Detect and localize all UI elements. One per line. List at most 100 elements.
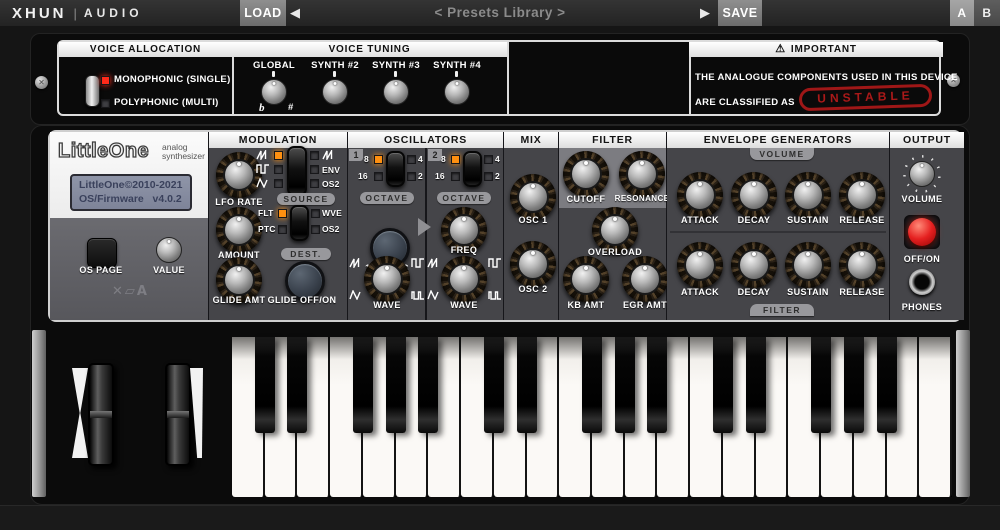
osc2-octave-badge: OCTAVE <box>437 192 491 204</box>
power-on-off-button[interactable] <box>904 215 940 249</box>
filter-decay-knob[interactable] <box>731 242 777 288</box>
important-title: ⚠IMPORTANT <box>689 42 943 57</box>
save-button[interactable]: SAVE <box>718 0 762 26</box>
volume-decay-knob[interactable] <box>731 172 777 218</box>
littleone-plugin-window: XHUN | AUDIO LOAD ◀ < Presets Library > … <box>0 0 1000 530</box>
voice-panel-frame: VOICE ALLOCATION MONOPHONIC (SINGLE) POL… <box>57 40 941 116</box>
filter-attack-knob[interactable] <box>677 242 723 288</box>
black-key[interactable] <box>255 337 275 433</box>
black-key[interactable] <box>877 337 897 433</box>
product-logo: LittleOne <box>58 140 149 163</box>
preset-library-title[interactable]: < Presets Library > <box>350 0 650 26</box>
osc1-octave-badge: OCTAVE <box>360 192 414 204</box>
osc1-octave-8: 8 <box>364 154 369 164</box>
black-key[interactable] <box>386 337 406 433</box>
source-os2-label: OS2 <box>322 179 340 189</box>
source-saw-led <box>274 151 283 160</box>
mix-osc2-knob[interactable] <box>510 241 556 287</box>
synth3-tune-label: SYNTH #3 <box>366 60 426 71</box>
osc2-oct16-led <box>451 172 460 181</box>
mod-amount-knob[interactable] <box>216 207 262 253</box>
osc2-freq-label: FREQ <box>424 245 504 255</box>
dest-badge: DEST. <box>281 248 331 260</box>
tick-mark <box>333 71 336 77</box>
source-env-led <box>310 165 319 174</box>
black-key[interactable] <box>353 337 373 433</box>
phones-label: PHONES <box>892 302 952 312</box>
black-key[interactable] <box>517 337 537 433</box>
pitch-wheel[interactable] <box>88 363 114 466</box>
osc1-wave-label: WAVE <box>347 300 427 310</box>
pulse-wave-icon <box>488 290 502 300</box>
black-key[interactable] <box>746 337 766 433</box>
osc1-octave-switch[interactable] <box>386 151 405 187</box>
phones-jack[interactable] <box>909 269 935 295</box>
source-triangle-led <box>274 179 283 188</box>
sharp-symbol: # <box>288 102 294 113</box>
white-key[interactable] <box>919 337 952 497</box>
osc2-wave-knob[interactable] <box>441 256 487 302</box>
mod-wheel[interactable] <box>165 363 191 466</box>
osc2-oct4-led <box>484 155 493 164</box>
resonance-label: RESONANCE <box>612 194 672 203</box>
brand-name: XHUN <box>12 5 67 22</box>
black-key[interactable] <box>647 337 667 433</box>
kb-amt-knob[interactable] <box>563 256 609 302</box>
voice-allocation-switch[interactable] <box>85 75 100 107</box>
osc1-oct2-led <box>407 172 416 181</box>
volume-sustain-knob[interactable] <box>785 172 831 218</box>
brand-logo: XHUN | AUDIO <box>12 0 143 26</box>
filter-sustain-knob[interactable] <box>785 242 831 288</box>
voice-allocation-section: VOICE ALLOCATION MONOPHONIC (SINGLE) POL… <box>59 42 234 114</box>
dest-ptc-led <box>278 225 287 234</box>
black-key[interactable] <box>484 337 504 433</box>
output-title: OUTPUT <box>890 132 964 148</box>
mod-dest-switch[interactable] <box>290 205 309 241</box>
black-key[interactable] <box>418 337 438 433</box>
black-key[interactable] <box>844 337 864 433</box>
synth3-tune-knob[interactable] <box>383 79 409 105</box>
square-wave-icon <box>411 258 425 268</box>
volume-attack-knob[interactable] <box>677 172 723 218</box>
osc2-oct8-led <box>451 155 460 164</box>
lfo-source-switch[interactable] <box>287 146 307 196</box>
black-key[interactable] <box>811 337 831 433</box>
synth2-tune-label: SYNTH #2 <box>305 60 365 71</box>
polyphonic-label: POLYPHONIC (MULTI) <box>114 97 219 108</box>
value-knob[interactable] <box>156 237 182 263</box>
black-key[interactable] <box>713 337 733 433</box>
volume-release-knob[interactable] <box>839 172 885 218</box>
output-volume-knob[interactable] <box>909 161 935 187</box>
black-key[interactable] <box>582 337 602 433</box>
prev-preset-icon[interactable]: ◀ <box>290 0 300 26</box>
tick-mark <box>455 71 458 77</box>
load-button[interactable]: LOAD <box>240 0 286 26</box>
next-preset-icon[interactable]: ▶ <box>700 0 710 26</box>
osc1-octave-16: 16 <box>358 171 368 181</box>
dest-wve-led <box>311 209 320 218</box>
synth2-tune-knob[interactable] <box>322 79 348 105</box>
lcd-line2: OS/Firmware v4.0.2 <box>79 192 190 206</box>
osc1-tab: 1 <box>349 149 363 161</box>
slot-a-button[interactable]: A <box>950 0 974 26</box>
black-key[interactable] <box>287 337 307 433</box>
dest-ptc-label: PTC <box>258 224 276 234</box>
slot-b-button[interactable]: B <box>974 0 1000 26</box>
cutoff-knob[interactable] <box>563 151 609 197</box>
osc2-wave-label: WAVE <box>424 300 504 310</box>
right-cheek-panel <box>956 330 970 497</box>
dest-wve-label: WVE <box>322 208 342 218</box>
triangle-wave-icon <box>427 290 441 300</box>
logo-area: LittleOne analog synthesizer LittleOne©2… <box>50 132 208 218</box>
filter-release-knob[interactable] <box>839 242 885 288</box>
osc2-octave-switch[interactable] <box>463 151 482 187</box>
synth4-tune-knob[interactable] <box>444 79 470 105</box>
bottom-chassis-strip <box>0 505 1000 530</box>
osc1-oct4-led <box>407 155 416 164</box>
os-page-button[interactable] <box>87 238 117 268</box>
mix-osc2-label: OSC 2 <box>503 284 563 294</box>
resonance-knob[interactable] <box>619 151 665 197</box>
black-key[interactable] <box>615 337 635 433</box>
osc1-wave-knob[interactable] <box>364 256 410 302</box>
important-section: ⚠IMPORTANT THE ANALOGUE COMPONENTS USED … <box>689 42 943 114</box>
